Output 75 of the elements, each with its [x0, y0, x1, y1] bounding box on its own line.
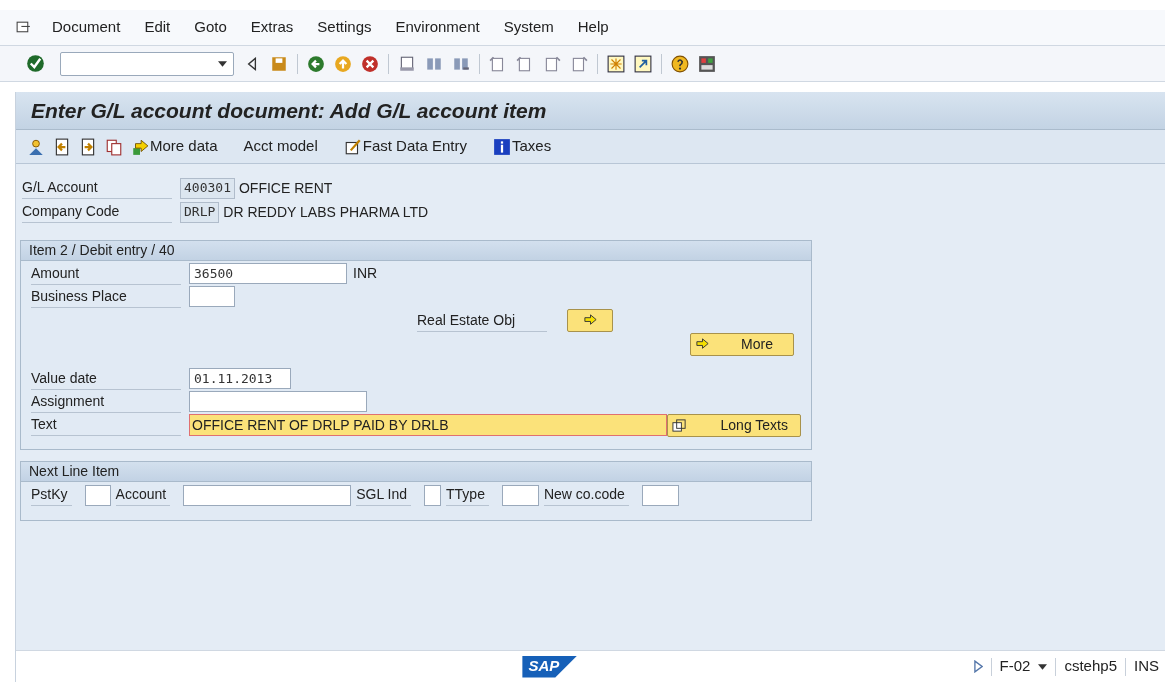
readonly-field: DRLP — [180, 201, 220, 223]
check-icon[interactable] — [26, 54, 45, 73]
input-field[interactable] — [189, 286, 235, 307]
last-page-icon[interactable] — [570, 54, 588, 73]
save-icon[interactable] — [270, 54, 288, 73]
command-field[interactable] — [60, 51, 234, 76]
dropdown-caret-icon[interactable] — [1038, 663, 1048, 670]
back-icon[interactable] — [307, 54, 325, 73]
layout-icon[interactable] — [698, 54, 716, 73]
field-label: Text — [31, 414, 181, 436]
menu-item[interactable]: Settings — [317, 16, 372, 39]
screen-title: Enter G/L account document: Add G/L account item — [31, 97, 547, 124]
input-field[interactable] — [641, 484, 679, 506]
shortcut-icon[interactable] — [634, 54, 652, 73]
field-label: Company Code — [22, 201, 172, 223]
long-texts-button[interactable]: Long Texts — [667, 413, 801, 437]
group-title: Next Line Item — [21, 462, 811, 482]
field-description: DR REDDY LABS PHARMA LTD — [223, 202, 429, 222]
transaction-code[interactable]: F-02 — [999, 655, 1031, 678]
field-label: Assignment — [31, 390, 181, 413]
print-icon[interactable] — [398, 54, 416, 73]
field-label: PstKy — [31, 484, 72, 506]
field-label: Account — [115, 484, 171, 506]
menu-item[interactable]: Help — [577, 16, 609, 39]
menu-item[interactable]: Environment — [395, 16, 480, 39]
field-label: TType — [446, 484, 489, 506]
toolbar-button[interactable]: Fast Data Entry — [343, 135, 467, 158]
more-button[interactable]: More — [690, 333, 794, 356]
field-label: New co.code — [543, 484, 629, 506]
field-label: SGL Ind — [356, 484, 412, 506]
toolbar-button[interactable]: More data — [131, 135, 218, 158]
menu-item[interactable]: Edit — [144, 16, 171, 39]
server-name: cstehp5 — [1064, 656, 1117, 677]
toolbar-button[interactable]: Acct model — [243, 135, 318, 158]
text-input-field[interactable]: OFFICE RENT OF DRLP PAID BY DRLB — [189, 414, 667, 436]
person-icon[interactable] — [27, 137, 45, 156]
field-label: Real Estate Obj — [417, 309, 547, 332]
currency-unit: INR — [353, 264, 378, 283]
copy-icon[interactable] — [105, 137, 123, 156]
help-icon[interactable] — [671, 54, 689, 73]
edit-form-icon[interactable] — [343, 137, 362, 156]
arrow-right-icon — [695, 337, 710, 352]
cancel-icon[interactable] — [361, 54, 379, 73]
menu-item[interactable]: System — [503, 16, 554, 39]
field-description: OFFICE RENT — [238, 178, 333, 198]
toolbar-button[interactable]: Taxes — [492, 135, 552, 158]
input-field[interactable] — [501, 484, 539, 506]
input-field[interactable] — [183, 484, 352, 506]
field-label: Amount — [31, 262, 181, 285]
arrow-right-icon[interactable] — [131, 137, 149, 156]
navigate-button[interactable] — [567, 309, 613, 332]
input-field[interactable] — [189, 391, 367, 412]
copy-icon — [672, 417, 687, 433]
dropdown-caret-icon — [218, 60, 227, 67]
document-back-icon[interactable] — [53, 137, 71, 156]
arrow-right-icon — [582, 313, 598, 328]
next-page-icon[interactable] — [543, 54, 561, 73]
info-icon[interactable] — [492, 137, 511, 156]
menu-item[interactable]: Extras — [250, 16, 294, 39]
field-label: Value date — [31, 367, 181, 390]
menu-item[interactable]: Document — [52, 16, 121, 39]
field-label: Business Place — [31, 285, 181, 308]
new-session-icon[interactable] — [607, 54, 625, 73]
input-field[interactable]: 36500 — [189, 263, 347, 284]
field-label: G/L Account — [22, 177, 172, 199]
insert-mode: INS — [1134, 656, 1159, 677]
play-triangle-icon[interactable] — [973, 660, 983, 673]
readonly-field: 400301 — [180, 177, 235, 199]
menu-item[interactable]: Goto — [194, 16, 227, 39]
input-field[interactable] — [84, 484, 111, 506]
sap-logo: SAP — [522, 655, 578, 678]
document-forward-icon[interactable] — [79, 137, 97, 156]
input-field[interactable] — [424, 484, 442, 506]
group-title: Item 2 / Debit entry / 40 — [21, 241, 811, 261]
input-field[interactable]: 01.11.2013 — [189, 368, 291, 389]
